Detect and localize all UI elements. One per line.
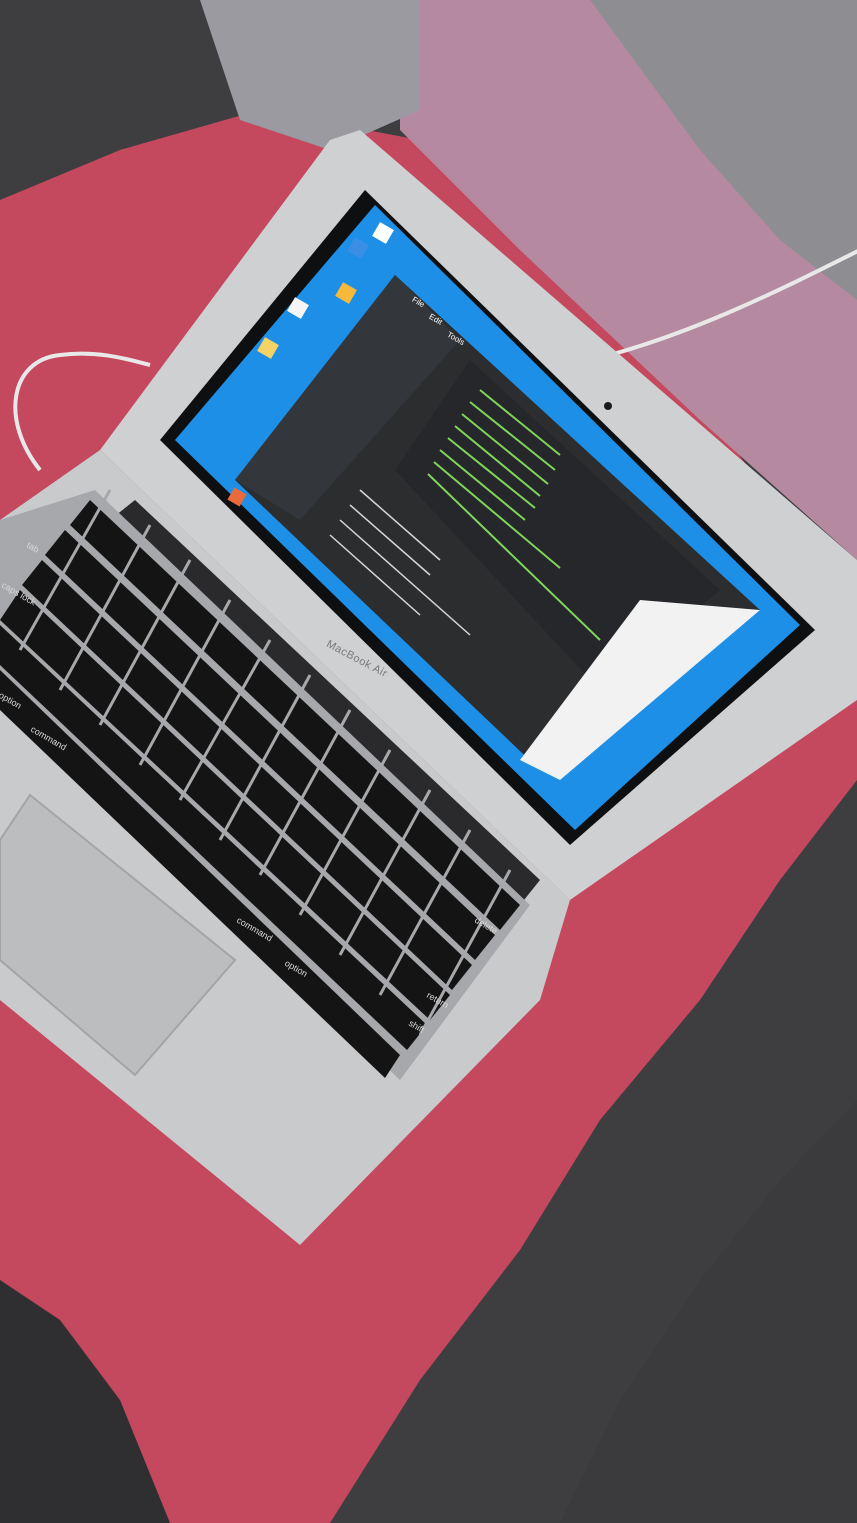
camera	[604, 402, 612, 410]
photo-scene: MacBook Air tab caps lock option command…	[0, 0, 857, 1523]
scene-svg	[0, 0, 857, 1523]
